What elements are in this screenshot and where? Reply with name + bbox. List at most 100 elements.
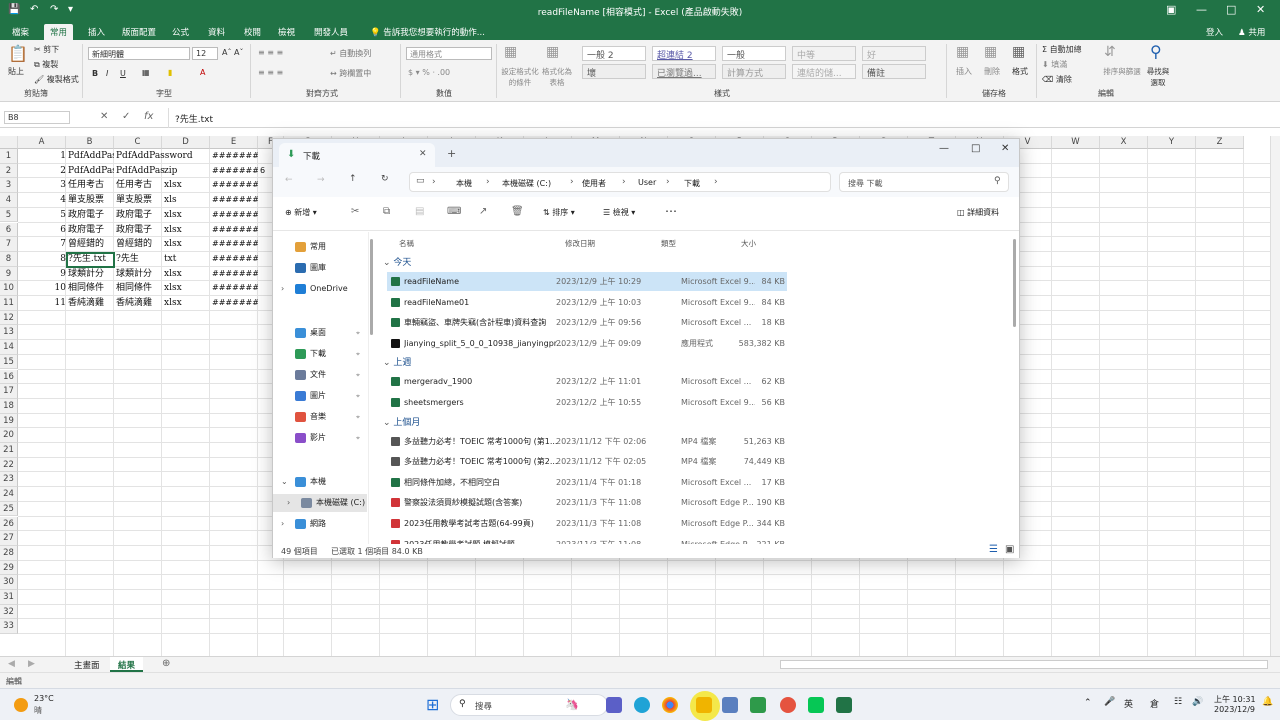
style-calculation[interactable]: 計算方式 [722, 64, 786, 79]
column-header-e[interactable]: E [210, 136, 258, 149]
column-header-w[interactable]: W [1052, 136, 1100, 149]
format-cells-button[interactable]: 格式 [1012, 66, 1028, 77]
minimize-button[interactable]: — [1196, 3, 1207, 16]
cell-a8[interactable]: 8 [20, 252, 66, 267]
column-size[interactable]: 大小 [741, 238, 756, 249]
clock-date[interactable]: 2023/12/9 [1214, 705, 1255, 714]
format-as-table-button[interactable]: 格式化為表格 [540, 66, 574, 88]
notification-icon[interactable]: 🔔 [1262, 697, 1273, 707]
row-header[interactable]: 11 [0, 296, 18, 311]
row-header[interactable]: 28 [0, 545, 18, 561]
column-date[interactable]: 修改日期 [565, 238, 595, 249]
explorer-minimize-button[interactable]: — [939, 143, 949, 154]
row-header[interactable]: 14 [0, 340, 18, 355]
column-header-x[interactable]: X [1100, 136, 1148, 149]
file-list-scrollbar[interactable] [1013, 239, 1016, 327]
wrap-text-button[interactable]: ↵ 自動換列 [330, 48, 371, 59]
tiles-view-icon[interactable]: ▣ [1005, 544, 1014, 555]
rename-icon[interactable]: ⌨ [447, 206, 461, 217]
ime-mode[interactable]: 英 [1124, 697, 1133, 710]
sheet-nav-next-icon[interactable]: ▶ [28, 659, 35, 669]
style-note[interactable]: 備註 [862, 64, 926, 79]
sheet-tab-result[interactable]: 結果 [110, 657, 144, 672]
group-header[interactable]: ⌄ 上個月 [383, 415, 420, 428]
nav-item-cloud[interactable]: › OneDrive [273, 280, 367, 298]
nav-pane-scrollbar[interactable] [370, 239, 373, 335]
file-row[interactable]: 車輛竊盜、車牌失竊(含計程車)資料查詢 2023/12/9 上午 09:56 Mic… [387, 313, 787, 332]
column-header-y[interactable]: Y [1148, 136, 1196, 149]
row-header[interactable]: 24 [0, 487, 18, 502]
pin-icon[interactable]: ⌖ [356, 387, 360, 405]
nav-item-video[interactable]: 影片 ⌖ [273, 429, 367, 447]
nav-item-drive[interactable]: › 本機磁碟 (C:) [273, 494, 367, 512]
tab-developer[interactable]: 開發人員 [308, 24, 354, 40]
breadcrumb-users[interactable]: 使用者 [582, 178, 606, 189]
font-name-select[interactable]: 新細明體 [88, 47, 190, 60]
nav-item-computer[interactable]: ⌄ 本機 [273, 473, 367, 491]
delete-icon[interactable]: 🗑 [511, 206, 524, 217]
cell-b10[interactable]: 相同條件 [68, 281, 114, 296]
cell-d6[interactable]: xlsx [164, 223, 210, 238]
tab-view[interactable]: 檢視 [272, 24, 301, 40]
row-header[interactable]: 17 [0, 384, 18, 399]
breadcrumb-user[interactable]: User [638, 178, 656, 187]
row-header[interactable]: 6 [0, 222, 18, 238]
column-header-b[interactable]: B [66, 136, 114, 149]
nav-item-gallery[interactable]: 圖庫 [273, 259, 367, 277]
paste-icon[interactable]: ▤ [415, 206, 424, 217]
pin-icon[interactable]: ⌖ [356, 408, 360, 426]
cell-e6[interactable]: ######## [212, 223, 258, 238]
cell-e11[interactable]: ######## [212, 296, 258, 311]
up-icon[interactable]: ↑ [349, 174, 357, 184]
sort-filter-button[interactable]: 排序與篩選 [1100, 66, 1144, 77]
row-header[interactable]: 1 [0, 149, 18, 164]
row-header[interactable]: 30 [0, 575, 18, 590]
sort-button[interactable]: ⇅ 排序 ▾ [543, 207, 575, 218]
style-hyperlink-2[interactable]: 超連結 2 [652, 46, 716, 61]
row-header[interactable]: 19 [0, 413, 18, 429]
cell-e7[interactable]: ######## [212, 237, 258, 252]
merge-center-button[interactable]: ↔ 跨欄置中 [330, 68, 371, 79]
ribbon-options-icon[interactable]: ▣ [1166, 3, 1176, 16]
border-icon[interactable]: ▦ [142, 68, 150, 77]
file-explorer-icon[interactable] [696, 697, 712, 713]
search-icon[interactable]: ⚲ [994, 176, 1001, 186]
cell-d7[interactable]: xlsx [164, 237, 210, 252]
row-header[interactable]: 29 [0, 560, 18, 576]
explorer-close-button[interactable]: ✕ [1001, 143, 1009, 154]
autosum-button[interactable]: Σ 自動加總 [1042, 44, 1082, 55]
cell-d2[interactable]: zip [164, 164, 210, 179]
cell-e4[interactable]: ######## [212, 193, 258, 208]
maximize-button[interactable]: □ [1226, 3, 1236, 16]
sheet-tab-main[interactable]: 主畫面 [64, 657, 111, 672]
insert-function-icon[interactable]: fx [144, 111, 153, 122]
cell-b11[interactable]: 香純滴雞 [68, 296, 114, 311]
nav-item-download[interactable]: 下載 ⌖ [273, 345, 367, 363]
select-all-corner[interactable] [0, 136, 18, 149]
forward-icon[interactable]: → [317, 175, 325, 185]
grow-font-icon[interactable]: Aˆ Aˇ [222, 48, 244, 57]
nav-item-document[interactable]: 文件 ⌖ [273, 366, 367, 384]
row-header[interactable]: 31 [0, 590, 18, 605]
explorer-maximize-button[interactable]: □ [971, 143, 980, 154]
currency-icon[interactable]: $ ▾ % ⋅ .00 [408, 68, 450, 77]
pin-icon[interactable]: ⌖ [356, 345, 360, 363]
clear-button[interactable]: ⌫ 清除 [1042, 74, 1072, 85]
cell-e9[interactable]: ######## [212, 267, 258, 282]
cell-b7[interactable]: 曾經錯的 [68, 237, 114, 252]
more-options-icon[interactable]: ⋯ [665, 204, 677, 218]
row-header[interactable]: 12 [0, 310, 18, 326]
add-sheet-icon[interactable]: ⊕ [162, 658, 170, 669]
style-good[interactable]: 好 [862, 46, 926, 61]
delete-cells-icon[interactable]: ▦ [984, 44, 997, 60]
cell-e10[interactable]: ######## [212, 281, 258, 296]
file-row[interactable]: 2023任用教學考試考古題(64-99頁) 2023/11/3 下午 11:08 M… [387, 514, 787, 533]
cell-d5[interactable]: xlsx [164, 208, 210, 223]
breadcrumb-this-pc[interactable]: 本機 [456, 178, 472, 189]
insert-cells-button[interactable]: 插入 [956, 66, 972, 77]
copy-button[interactable]: ⧉ 複製 [34, 59, 58, 70]
cell-b1[interactable]: PdfAddPas [68, 149, 114, 164]
volume-icon[interactable]: 🔊 [1192, 697, 1203, 707]
group-header[interactable]: ⌄ 今天 [383, 255, 411, 268]
explorer-tab-downloads[interactable]: ⬇ 下載 ✕ [279, 143, 435, 167]
